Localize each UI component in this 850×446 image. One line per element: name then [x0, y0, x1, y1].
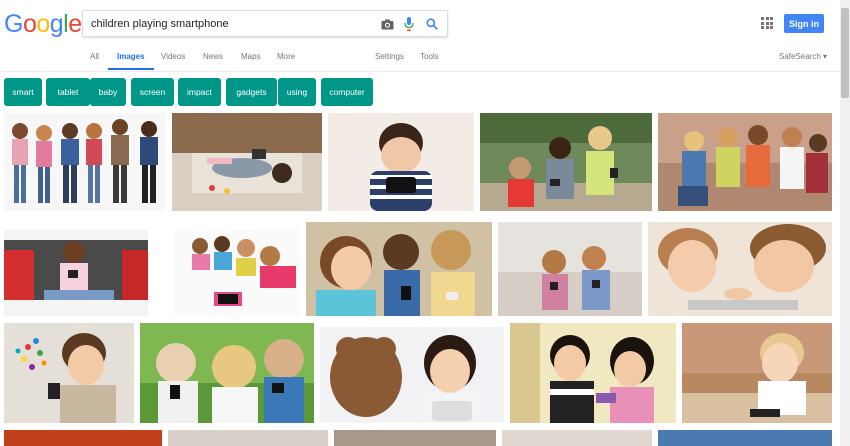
- header: Google Sign in All Images Videos News Ma…: [0, 0, 850, 72]
- logo-letter: o: [36, 10, 50, 38]
- image-result[interactable]: [4, 323, 134, 423]
- scrollbar[interactable]: [840, 0, 850, 446]
- scrollbar-thumb[interactable]: [841, 8, 849, 98]
- image-result[interactable]: [174, 230, 300, 316]
- chip-screen[interactable]: screen: [131, 78, 174, 106]
- image-result[interactable]: [682, 323, 832, 423]
- chip-using[interactable]: using: [278, 78, 316, 106]
- chip-smart[interactable]: smart: [4, 78, 42, 106]
- image-result[interactable]: [328, 113, 474, 211]
- logo-letter: g: [49, 10, 64, 38]
- apps-grid-icon[interactable]: [761, 17, 773, 29]
- image-result[interactable]: [502, 430, 652, 446]
- tab-news[interactable]: News: [203, 52, 223, 61]
- sign-in-button[interactable]: Sign in: [784, 14, 824, 33]
- logo-letter: e: [68, 10, 82, 38]
- image-result[interactable]: [168, 430, 328, 446]
- search-input[interactable]: [91, 14, 371, 34]
- image-result[interactable]: [498, 222, 642, 316]
- image-result[interactable]: [4, 113, 166, 211]
- tab-more[interactable]: More: [277, 52, 295, 61]
- image-result[interactable]: [140, 323, 314, 423]
- image-result[interactable]: [658, 113, 832, 211]
- logo-letter: G: [4, 10, 23, 38]
- tab-videos[interactable]: Videos: [161, 52, 185, 61]
- safesearch-dropdown[interactable]: SafeSearch ▾: [779, 52, 827, 61]
- chip-tablet[interactable]: tablet: [46, 78, 90, 106]
- image-result[interactable]: [320, 327, 504, 423]
- tab-tools[interactable]: Tools: [420, 52, 439, 61]
- image-result[interactable]: [306, 222, 492, 316]
- tab-images[interactable]: Images: [117, 52, 145, 61]
- tab-settings[interactable]: Settings: [375, 52, 404, 61]
- chip-computer[interactable]: computer: [321, 78, 373, 106]
- search-box: [82, 10, 448, 37]
- tab-maps[interactable]: Maps: [241, 52, 261, 61]
- image-result[interactable]: [4, 430, 162, 446]
- chip-baby[interactable]: baby: [90, 78, 126, 106]
- image-result[interactable]: [648, 222, 832, 316]
- image-result[interactable]: [172, 113, 322, 211]
- image-results-grid: [0, 112, 840, 446]
- image-result[interactable]: [4, 230, 148, 316]
- image-result[interactable]: [658, 430, 832, 446]
- search-icon[interactable]: [424, 16, 440, 32]
- image-result[interactable]: [480, 113, 652, 211]
- microphone-icon[interactable]: [401, 16, 417, 32]
- active-tab-indicator: [108, 68, 154, 70]
- google-logo[interactable]: Google: [4, 10, 82, 39]
- image-result[interactable]: [334, 430, 496, 446]
- chip-gadgets[interactable]: gadgets: [226, 78, 277, 106]
- logo-letter: o: [22, 10, 37, 38]
- camera-icon[interactable]: [379, 16, 395, 32]
- chip-impact[interactable]: impact: [178, 78, 221, 106]
- image-result[interactable]: [510, 323, 676, 423]
- tab-all[interactable]: All: [90, 52, 99, 61]
